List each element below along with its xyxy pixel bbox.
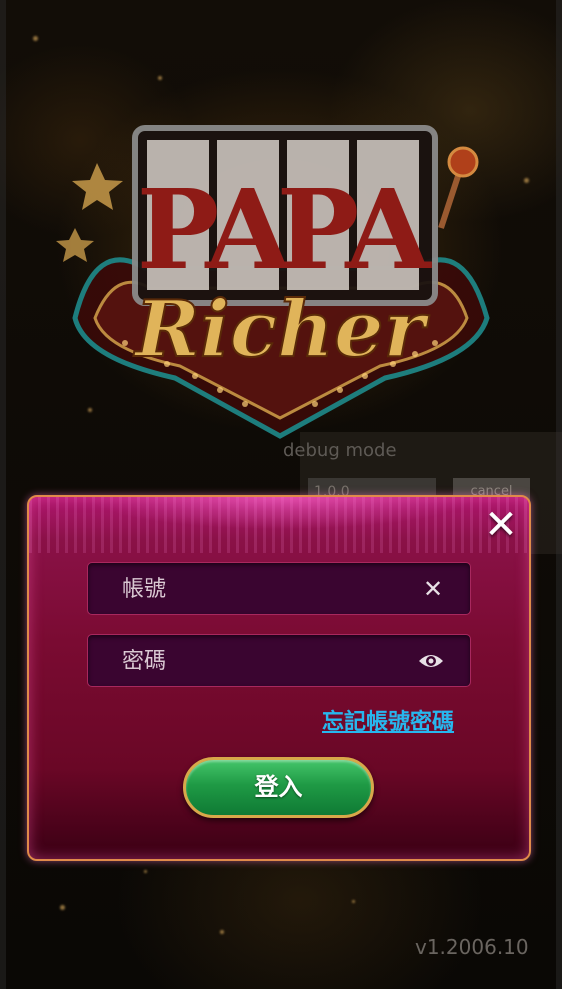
logo-script-text: Richer bbox=[133, 284, 429, 375]
logo-letter: A bbox=[344, 165, 432, 294]
sparkle bbox=[60, 905, 65, 910]
sparkle bbox=[33, 36, 38, 41]
sparkle bbox=[144, 870, 147, 873]
username-field[interactable]: ✕ bbox=[87, 562, 471, 616]
papa-richer-logo: P A P A Richer bbox=[56, 125, 490, 439]
dialog-header-glow bbox=[29, 497, 529, 553]
password-input[interactable] bbox=[88, 635, 444, 688]
debug-mode-label: debug mode bbox=[283, 440, 397, 461]
eye-icon[interactable] bbox=[418, 651, 444, 671]
sparkle bbox=[352, 900, 355, 903]
password-field[interactable] bbox=[87, 634, 471, 688]
sparkle bbox=[220, 930, 224, 934]
login-button[interactable]: 登入 bbox=[183, 757, 374, 818]
close-icon[interactable]: ✕ bbox=[483, 505, 519, 545]
clear-icon[interactable]: ✕ bbox=[422, 575, 444, 603]
forgot-account-password-link[interactable]: 忘記帳號密碼 bbox=[322, 704, 454, 736]
app-version-label: v1.2006.10 bbox=[415, 935, 529, 959]
screen-edge-left bbox=[0, 0, 6, 989]
username-input[interactable] bbox=[88, 563, 444, 616]
sparkle bbox=[524, 178, 529, 183]
sparkle bbox=[158, 76, 162, 80]
